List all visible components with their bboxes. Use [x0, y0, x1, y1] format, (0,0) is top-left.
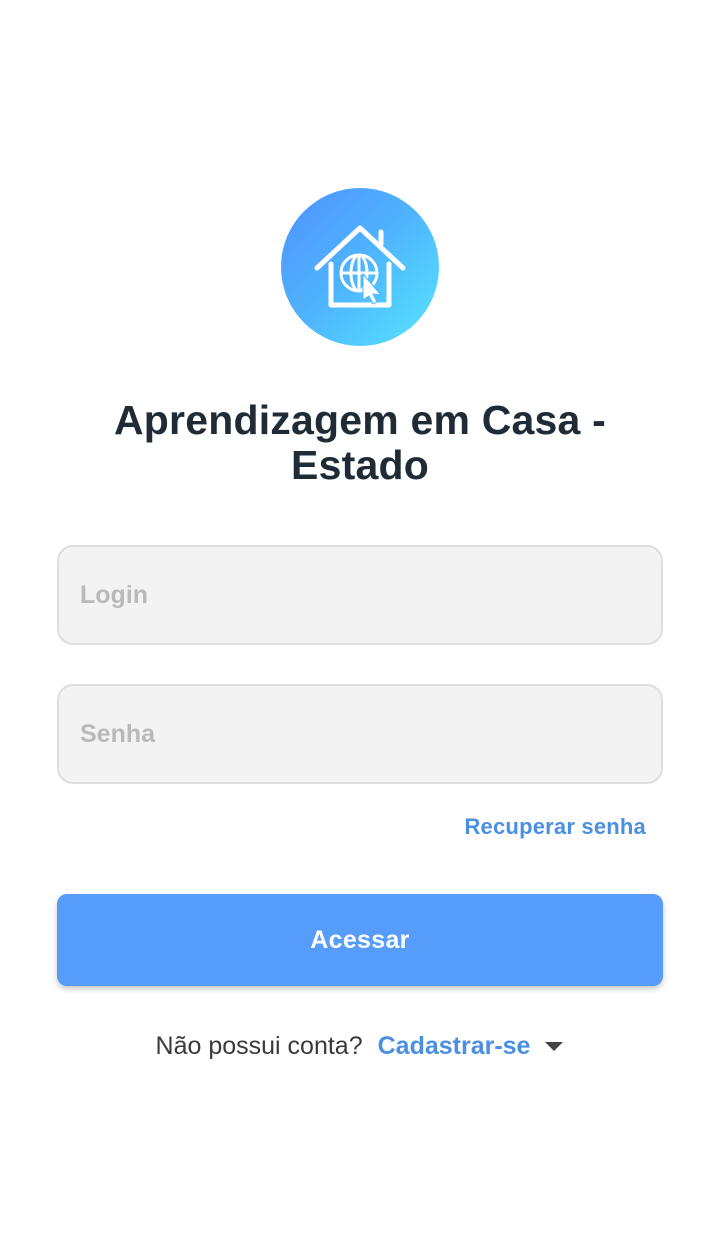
login-field[interactable] — [57, 545, 663, 645]
recover-password-link[interactable]: Recuperar senha — [464, 814, 646, 840]
login-input[interactable] — [59, 547, 661, 643]
signup-link[interactable]: Cadastrar-se — [378, 1032, 531, 1061]
password-field[interactable] — [57, 684, 663, 784]
access-button[interactable]: Acessar — [57, 894, 663, 986]
page-title: Aprendizagem em Casa - Estado — [114, 397, 606, 488]
house-globe-cursor-icon — [314, 225, 406, 308]
caret-down-icon[interactable] — [545, 1042, 564, 1051]
signup-row: Não possui conta? Cadastrar-se — [0, 1032, 719, 1061]
signup-question: Não possui conta? — [155, 1032, 363, 1060]
app-logo — [281, 188, 439, 346]
password-input[interactable] — [59, 686, 661, 782]
